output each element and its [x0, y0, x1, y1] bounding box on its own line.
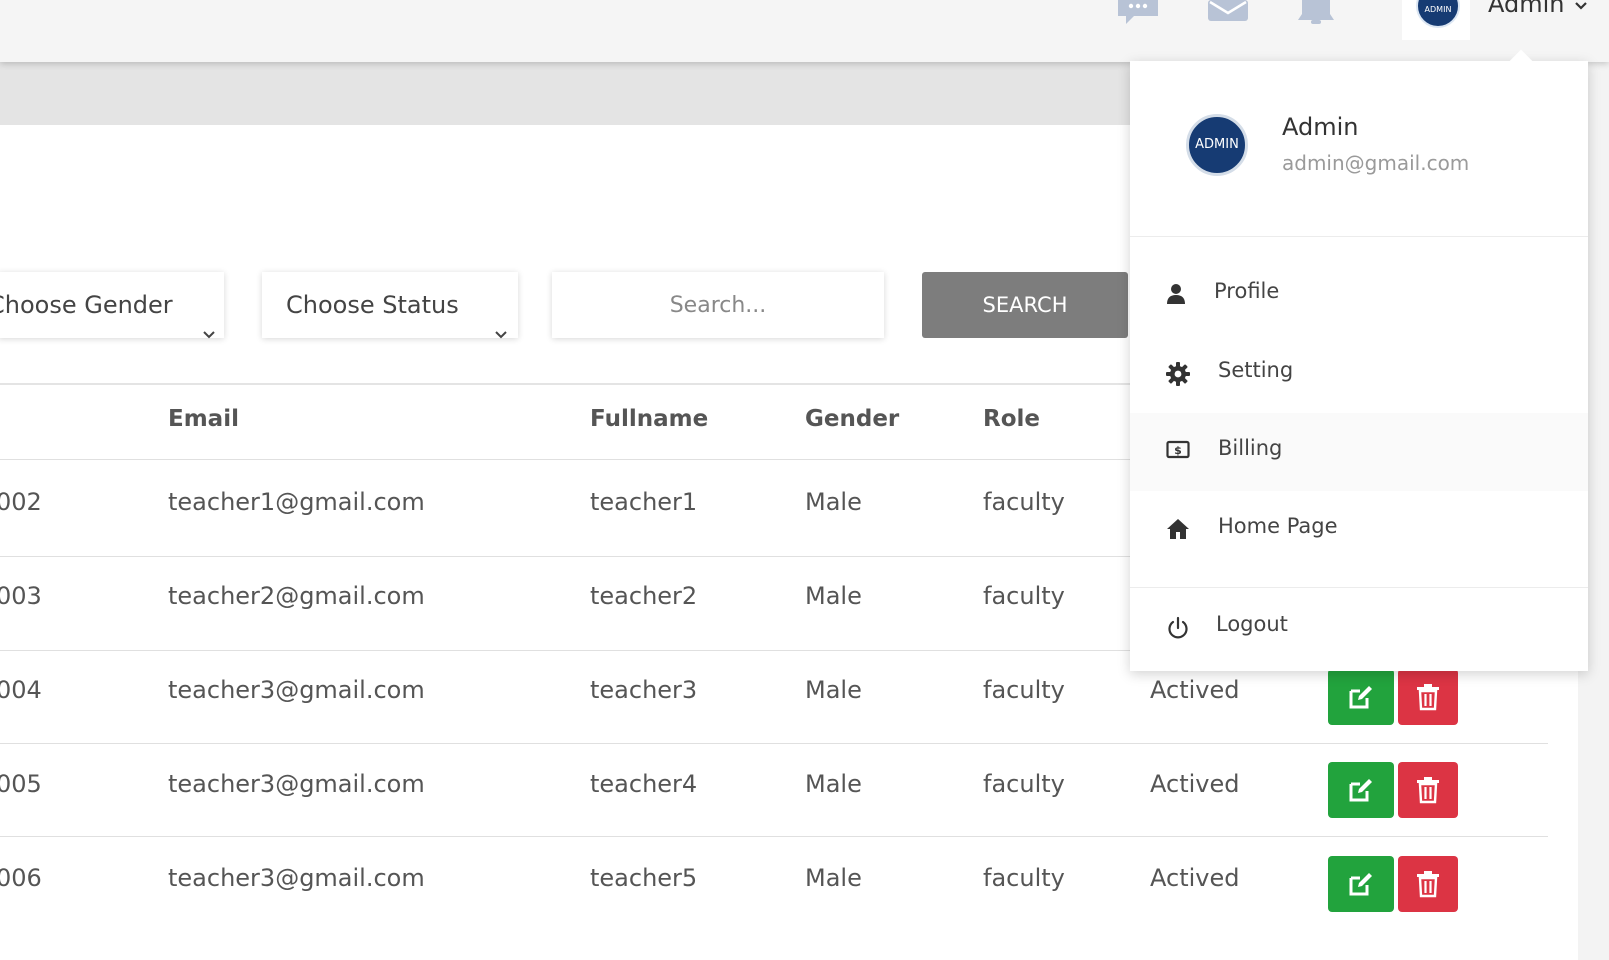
column-header-email: Email	[168, 406, 239, 432]
row-divider	[0, 743, 1548, 744]
cell-id: 002	[0, 488, 42, 516]
cell-email: teacher1@gmail.com	[168, 488, 425, 516]
edit-icon	[1349, 873, 1372, 896]
column-header-fullname: Fullname	[590, 406, 709, 432]
edit-button[interactable]	[1328, 856, 1394, 912]
cell-email: teacher3@gmail.com	[168, 864, 425, 892]
cell-role: faculty	[983, 488, 1065, 516]
menu-item-label: Setting	[1218, 358, 1294, 382]
chevron-down-icon[interactable]	[1574, 0, 1588, 15]
gender-select-value: Choose Gender	[0, 291, 173, 319]
trash-icon	[1417, 777, 1439, 804]
cell-gender: Male	[805, 864, 862, 892]
column-header-role: Role	[983, 406, 1040, 432]
cell-fullname: teacher3	[590, 676, 698, 704]
menu-item-label: Profile	[1214, 279, 1280, 303]
billing-icon: $	[1166, 440, 1190, 464]
cell-id: 004	[0, 676, 42, 704]
trash-icon	[1417, 684, 1439, 711]
power-icon	[1166, 616, 1190, 644]
delete-button[interactable]	[1398, 669, 1458, 725]
mail-icon[interactable]	[1208, 0, 1248, 24]
top-navbar: ADMIN Admin	[0, 0, 1609, 62]
column-header-gender: Gender	[805, 406, 900, 432]
cell-email: teacher3@gmail.com	[168, 770, 425, 798]
delete-button[interactable]	[1398, 762, 1458, 818]
cell-status: Actived	[1150, 676, 1240, 704]
edit-icon	[1349, 779, 1372, 802]
menu-item-label: Home Page	[1218, 514, 1338, 538]
cell-gender: Male	[805, 770, 862, 798]
chevron-down-icon	[494, 299, 508, 365]
avatar: ADMIN	[1186, 114, 1248, 176]
chevron-down-icon	[202, 299, 216, 365]
user-avatar-button[interactable]: ADMIN	[1402, 0, 1470, 40]
person-icon	[1166, 283, 1186, 309]
search-input[interactable]	[552, 272, 884, 338]
edit-button[interactable]	[1328, 762, 1394, 818]
trash-icon	[1417, 871, 1439, 898]
cell-email: teacher2@gmail.com	[168, 582, 425, 610]
gender-select[interactable]: Choose Gender	[0, 272, 224, 339]
cell-status: Actived	[1150, 770, 1240, 798]
user-dropdown-menu: ADMIN Admin admin@gmail.com Profile Sett…	[1130, 49, 1588, 671]
home-icon	[1166, 518, 1190, 544]
dropdown-user-email: admin@gmail.com	[1282, 151, 1470, 175]
edit-button[interactable]	[1328, 669, 1394, 725]
cell-role: faculty	[983, 582, 1065, 610]
cell-id: 006	[0, 864, 42, 892]
cell-status: Actived	[1150, 864, 1240, 892]
edit-icon	[1349, 686, 1372, 709]
cell-role: faculty	[983, 770, 1065, 798]
status-select[interactable]: Choose Status	[262, 272, 518, 339]
cell-fullname: teacher4	[590, 770, 698, 798]
cell-email: teacher3@gmail.com	[168, 676, 425, 704]
dropdown-divider	[1130, 236, 1588, 237]
menu-item-home-page[interactable]: Home Page	[1130, 491, 1588, 569]
search-button[interactable]: SEARCH	[922, 272, 1128, 338]
cell-fullname: teacher2	[590, 582, 698, 610]
menu-item-logout[interactable]: Logout	[1130, 589, 1588, 667]
cell-gender: Male	[805, 676, 862, 704]
menu-item-billing[interactable]: $ Billing	[1130, 413, 1588, 491]
dropdown-divider	[1130, 587, 1588, 588]
cell-gender: Male	[805, 488, 862, 516]
user-name[interactable]: Admin	[1488, 0, 1565, 18]
cell-id: 003	[0, 582, 42, 610]
status-select-value: Choose Status	[286, 291, 459, 319]
chat-icon[interactable]	[1118, 0, 1158, 24]
cell-role: faculty	[983, 676, 1065, 704]
cell-id: 005	[0, 770, 42, 798]
delete-button[interactable]	[1398, 856, 1458, 912]
svg-text:$: $	[1174, 444, 1182, 457]
dropdown-user-name: Admin	[1282, 113, 1359, 141]
menu-item-profile[interactable]: Profile	[1130, 256, 1588, 334]
avatar: ADMIN	[1416, 0, 1460, 28]
row-divider	[0, 836, 1548, 837]
bell-icon[interactable]	[1296, 0, 1336, 24]
gear-icon	[1166, 362, 1190, 390]
cell-gender: Male	[805, 582, 862, 610]
cell-fullname: teacher1	[590, 488, 698, 516]
menu-item-setting[interactable]: Setting	[1130, 335, 1588, 413]
menu-item-label: Logout	[1216, 612, 1288, 636]
cell-fullname: teacher5	[590, 864, 698, 892]
cell-role: faculty	[983, 864, 1065, 892]
menu-item-label: Billing	[1218, 436, 1283, 460]
